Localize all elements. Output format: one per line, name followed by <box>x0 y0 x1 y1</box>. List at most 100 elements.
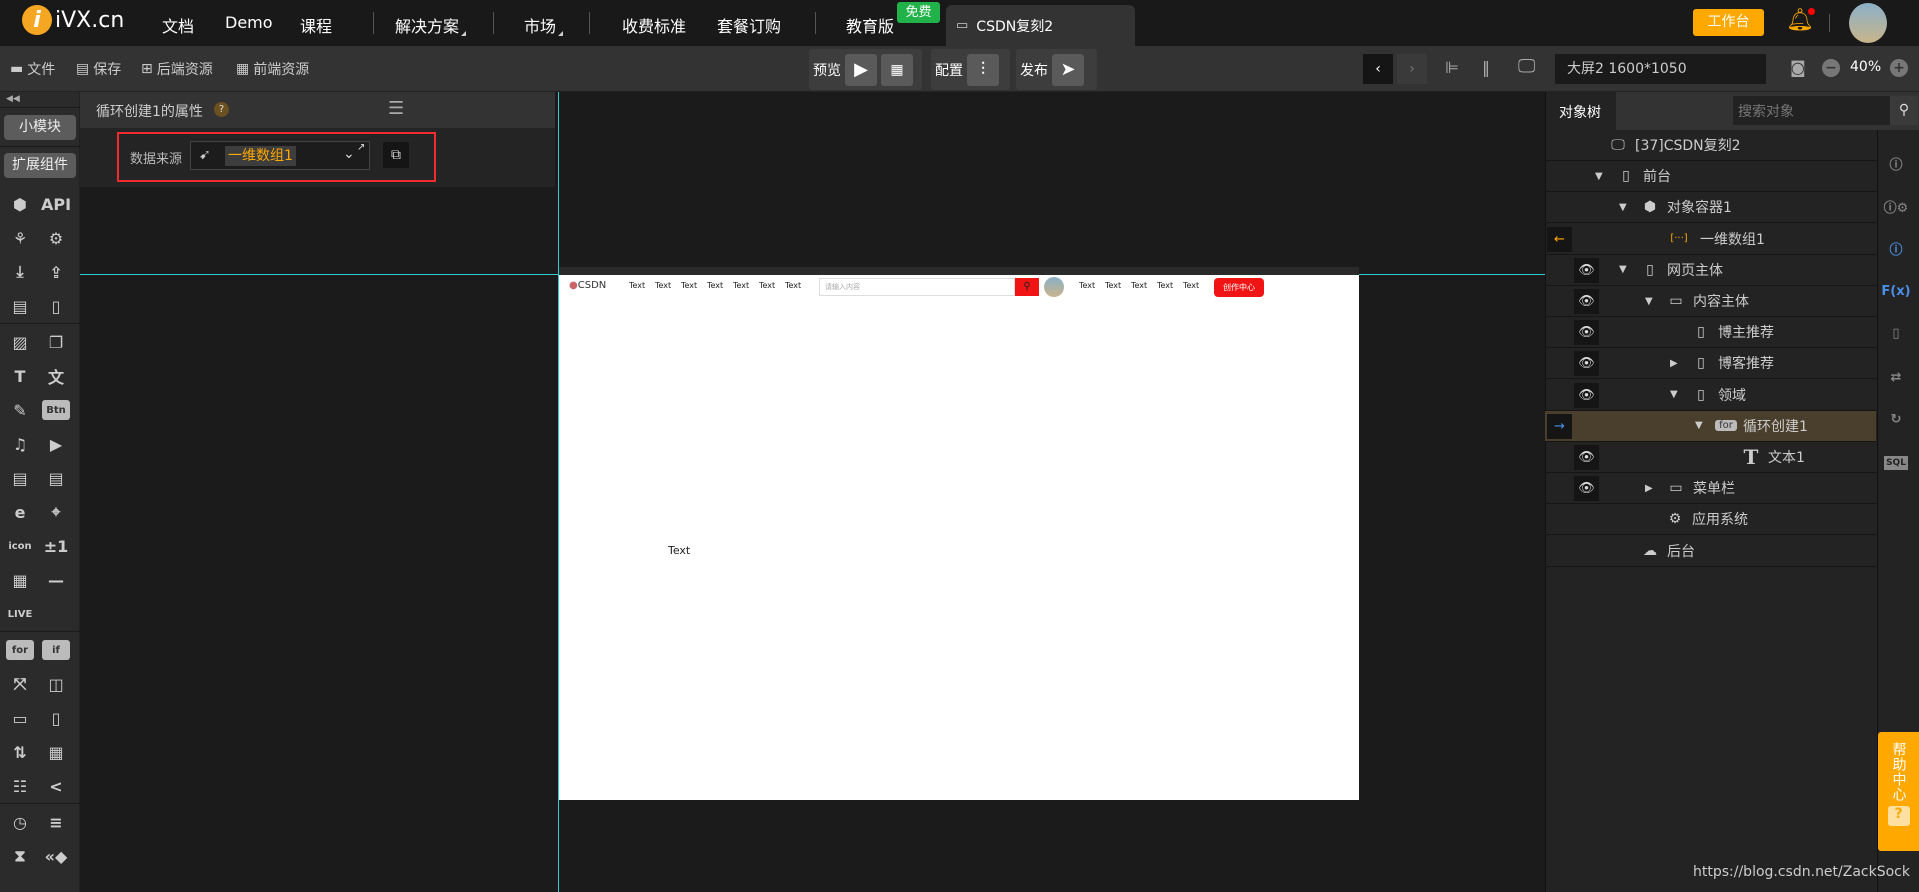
eye-icon[interactable]: 👁︎ <box>1574 445 1599 470</box>
sliders-icon[interactable]: ⫶ <box>967 53 999 86</box>
fullscreen-icon[interactable]: ⤧ <box>6 670 34 698</box>
live-component-icon[interactable]: LIVE <box>6 604 34 624</box>
line-icon[interactable]: — <box>42 566 70 594</box>
caret-down-icon[interactable]: ▼ <box>1619 202 1633 213</box>
text-icon[interactable]: T <box>6 362 34 390</box>
info-settings-icon[interactable]: ⓘ⚙ <box>1878 191 1914 221</box>
refresh-info-icon[interactable]: ↻ <box>1878 404 1914 434</box>
if-component-icon[interactable]: if <box>42 640 70 660</box>
forward-button[interactable]: › <box>1397 54 1427 84</box>
translate-icon[interactable]: 文 <box>42 362 70 390</box>
tree-row[interactable]: 👁︎ ▼ ▯ 领域 <box>1545 380 1876 411</box>
search-icon[interactable]: ⚲ <box>1890 96 1918 125</box>
workbench-button[interactable]: 工作台 <box>1693 9 1764 36</box>
nav-plans[interactable]: 套餐订购 <box>717 13 781 37</box>
design-canvas[interactable]: ●CSDN Text Text Text Text Text Text Text 请输入内容… <box>559 275 1359 800</box>
gear-icon[interactable]: ⚙ <box>42 224 70 252</box>
open-external-icon[interactable]: ↗ <box>357 142 365 153</box>
tree-row[interactable]: 👁︎ ▼ ▭ 内容主体 <box>1545 286 1876 317</box>
nav-docs[interactable]: 文档 <box>162 13 194 37</box>
collapse-icon[interactable]: ◀◀ <box>6 94 20 104</box>
eye-icon[interactable]: 👁︎ <box>1574 289 1599 314</box>
tree-row[interactable]: → ▼ for 循环创建1 <box>1545 410 1876 442</box>
hrow-icon[interactable]: ▭ <box>6 704 34 732</box>
small-module-button[interactable]: 小模块 <box>4 115 76 140</box>
function-icon[interactable]: F(x) <box>1878 276 1914 306</box>
extension-button[interactable]: 扩展组件 <box>4 153 76 178</box>
caret-right-icon[interactable]: ▶ <box>1645 483 1659 494</box>
btn-component-icon[interactable]: Btn <box>42 400 70 420</box>
tree-row[interactable]: ▼ ⬢ 对象容器1 <box>1545 192 1876 224</box>
richtext-icon[interactable]: ▤ <box>6 464 34 492</box>
play-icon[interactable]: ▶ <box>845 53 877 86</box>
rewind-icon[interactable]: «◆ <box>42 842 70 870</box>
tab-project[interactable]: ▭ CSDN复刻2 <box>946 5 1135 46</box>
copy-icon[interactable]: ⧉ <box>383 142 409 168</box>
file-button[interactable]: ▬ 文件 <box>10 59 55 79</box>
api-component-icon[interactable]: API <box>41 190 71 218</box>
back-button[interactable]: ‹ <box>1363 54 1393 84</box>
caret-down-icon[interactable]: ▼ <box>1695 420 1709 431</box>
nav-text[interactable]: Text <box>1157 281 1173 290</box>
nav-text[interactable]: Text <box>759 281 775 290</box>
help-center-button[interactable]: 帮助中心 ? <box>1878 732 1919 851</box>
zoom-in-button[interactable]: + <box>1890 59 1908 77</box>
screen-size-select[interactable]: 大屏2 1600*1050 <box>1555 54 1766 84</box>
nav-text[interactable]: Text <box>629 281 645 290</box>
nav-text[interactable]: Text <box>1079 281 1095 290</box>
nav-text[interactable]: Text <box>1131 281 1147 290</box>
nav-market[interactable]: 市场 <box>524 13 564 37</box>
eye-icon[interactable]: 👁︎ <box>1574 382 1599 408</box>
align-left-icon[interactable]: ⊫ <box>1445 58 1459 77</box>
nav-text[interactable]: Text <box>681 281 697 290</box>
nav-text[interactable]: Text <box>785 281 801 290</box>
info-icon[interactable]: ⓘ <box>1878 148 1914 178</box>
search-object-input[interactable]: 搜索对象 ⚲ <box>1733 96 1918 125</box>
search-icon[interactable]: ⚲ <box>1015 278 1039 296</box>
image-icon[interactable]: ▨ <box>6 328 34 356</box>
ie-icon[interactable]: e <box>6 498 34 526</box>
images-icon[interactable]: ❐ <box>42 328 70 356</box>
tree-row[interactable]: ☁ 后台 <box>1545 536 1876 567</box>
vcol-icon[interactable]: ▯ <box>42 704 70 732</box>
backend-resources-button[interactable]: ⊞ 后端资源 <box>141 59 213 79</box>
tree-row[interactable]: 👁︎ ▼ ▯ 网页主体 <box>1545 255 1876 286</box>
sort-icon[interactable]: ⇅ <box>6 738 34 766</box>
nav-text[interactable]: Text <box>733 281 749 290</box>
sql-icon[interactable]: SQL <box>1884 456 1908 470</box>
tree-row[interactable]: ← [···] 一维数组1 <box>1545 224 1876 255</box>
swap-icon[interactable]: ⇄ <box>1878 362 1914 392</box>
qrcode-icon[interactable]: ▦ <box>881 53 913 86</box>
caret-down-icon[interactable]: ▼ <box>1619 264 1633 275</box>
caret-down-icon[interactable]: ▼ <box>1595 171 1609 182</box>
device-icon[interactable]: ▯ <box>42 292 70 320</box>
nav-text[interactable]: Text <box>707 281 723 290</box>
richtext2-icon[interactable]: ▤ <box>42 464 70 492</box>
send-icon[interactable]: ➤ <box>1052 53 1084 86</box>
nav-text[interactable]: Text <box>1183 281 1199 290</box>
text1[interactable]: Text <box>668 544 690 557</box>
for-component-icon[interactable]: for <box>6 640 34 660</box>
upload-icon[interactable]: ⇪ <box>42 258 70 286</box>
tree-row[interactable]: ⚙ 应用系统 <box>1545 504 1876 536</box>
caret-down-icon[interactable]: ▼ <box>1670 389 1684 400</box>
caret-right-icon[interactable]: ▶ <box>1670 358 1684 369</box>
timer-icon[interactable]: ◷ <box>6 808 34 836</box>
table-icon[interactable]: ▦ <box>42 738 70 766</box>
sliders-icon[interactable]: ≡ <box>42 808 70 836</box>
nav-course[interactable]: 课程 <box>300 13 332 37</box>
avatar[interactable] <box>1849 3 1887 43</box>
tree-row[interactable]: 👁︎ ▶ ▯ 博客推荐 <box>1545 348 1876 380</box>
eye-icon[interactable]: 👁︎ <box>1574 257 1599 283</box>
share-icon[interactable]: < <box>42 772 70 800</box>
screenshot-icon[interactable]: ◙ <box>1790 58 1806 77</box>
nav-demo[interactable]: Demo <box>225 13 273 32</box>
icon-component-icon[interactable]: icon <box>6 536 34 556</box>
layout-icon[interactable]: ▤ <box>6 292 34 320</box>
tree-row[interactable]: 👁︎ ▶ ▭ 菜单栏 <box>1545 473 1876 505</box>
save-button[interactable]: ▤ 保存 <box>76 59 121 79</box>
info-multi-icon[interactable]: ⓘ <box>1878 233 1914 263</box>
nav-text[interactable]: Text <box>655 281 671 290</box>
info-page-icon[interactable]: ▯ <box>1878 318 1914 348</box>
tree-row[interactable]: 🖵︎ [37]CSDN复刻2 <box>1545 130 1876 161</box>
